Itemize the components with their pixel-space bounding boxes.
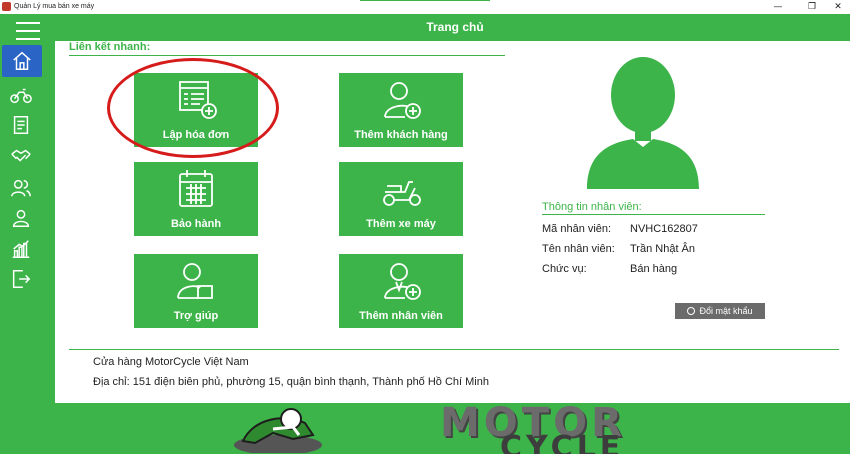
tile-label: Bảo hành <box>170 218 222 230</box>
employee-info-heading: Thông tin nhân viên: <box>542 201 642 213</box>
tile-label: Thêm nhân viên <box>359 310 443 322</box>
sidebar-item-reports[interactable] <box>0 235 42 263</box>
employee-role-label: Chức vụ: <box>542 263 587 275</box>
footer-divider <box>69 349 839 350</box>
sidebar-item-deals[interactable] <box>0 142 42 170</box>
banner-word-cycle: CYCLE <box>500 430 625 454</box>
tile-add-customer[interactable]: Thêm khách hàng <box>339 73 463 147</box>
calendar-icon <box>179 170 213 207</box>
quicklinks-heading: Liên kết nhanh: <box>69 41 151 53</box>
sidebar-item-customers[interactable] <box>0 174 42 202</box>
employee-icon <box>12 209 30 227</box>
tile-label: Thêm xe máy <box>366 218 436 230</box>
home-icon <box>13 51 31 70</box>
brand-banner: MOTOR CYCLE <box>55 403 850 454</box>
app-window: Quản Lý mua bán xe máy — ❐ ✕ Trang chủ L… <box>0 0 850 454</box>
customers-icon <box>11 179 31 197</box>
minimize-button[interactable]: — <box>764 0 792 14</box>
tile-add-motorcycle[interactable]: Thêm xe máy <box>339 162 463 236</box>
main-panel: Liên kết nhanh: Lập hóa đơn Thêm khách h… <box>55 41 850 403</box>
rider-logo-icon <box>234 408 322 453</box>
employee-name-row: Tên nhân viên: Trần Nhật Ân <box>542 243 695 255</box>
help-person-icon <box>177 263 213 299</box>
title-bar: Quản Lý mua bán xe máy — ❐ ✕ <box>0 0 850 14</box>
highlight-ellipse <box>107 58 279 158</box>
employee-id-label: Mã nhân viên: <box>542 223 612 235</box>
change-password-button[interactable]: Đổi mật khẩu <box>675 303 765 319</box>
motorcycle-icon <box>10 88 32 104</box>
chart-icon <box>12 240 30 258</box>
maximize-button[interactable]: ❐ <box>798 0 826 14</box>
sidebar-item-invoices[interactable] <box>0 111 42 139</box>
app-icon <box>2 2 11 11</box>
handshake-icon <box>11 149 31 162</box>
window-title: Quản Lý mua bán xe máy <box>14 3 95 10</box>
sidebar-item-home[interactable] <box>2 45 42 77</box>
close-button[interactable]: ✕ <box>824 0 850 14</box>
add-customer-icon <box>384 82 421 119</box>
employee-name-value: Trần Nhật Ân <box>630 243 696 255</box>
sidebar <box>0 41 55 454</box>
employee-id-value: NVHC162807 <box>630 223 698 235</box>
scooter-icon <box>383 181 421 206</box>
tile-help[interactable]: Trợ giúp <box>134 254 258 328</box>
store-name: Cửa hàng MotorCycle Việt Nam <box>93 356 249 368</box>
page-title: Trang chủ <box>426 20 484 34</box>
tile-add-employee[interactable]: Thêm nhân viên <box>339 254 463 328</box>
change-password-label: Đổi mật khẩu <box>699 306 753 316</box>
title-accent-line <box>360 0 490 1</box>
sidebar-item-logout[interactable] <box>0 265 42 293</box>
add-employee-icon <box>384 263 421 300</box>
sidebar-item-employees[interactable] <box>0 204 42 232</box>
tile-label: Thêm khách hàng <box>354 129 448 141</box>
employee-name-label: Tên nhân viên: <box>542 243 615 255</box>
sidebar-item-motorcycles[interactable] <box>0 81 42 109</box>
employee-role-value: Bán hàng <box>630 263 678 275</box>
header-bar: Trang chủ <box>0 14 850 41</box>
quicklinks-divider <box>69 55 505 56</box>
employee-role-row: Chức vụ: Bán hàng <box>542 263 677 275</box>
logout-icon <box>12 270 31 288</box>
lock-icon <box>687 307 696 315</box>
tile-warranty[interactable]: Bảo hành <box>134 162 258 236</box>
user-avatar <box>587 57 699 189</box>
employee-info-divider <box>542 214 765 215</box>
tile-label: Trợ giúp <box>173 310 219 322</box>
employee-id-row: Mã nhân viên: NVHC162807 <box>542 223 698 235</box>
invoice-icon <box>13 116 29 134</box>
store-address: Địa chỉ: 151 điện biên phủ, phường 15, q… <box>93 376 489 388</box>
